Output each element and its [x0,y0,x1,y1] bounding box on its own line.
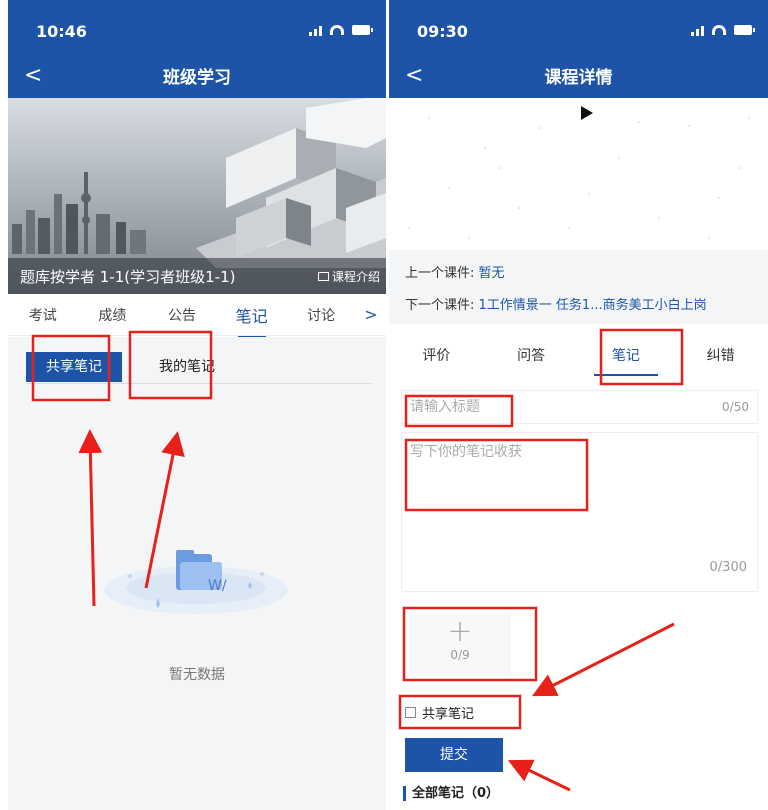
svg-text:W/: W/ [208,578,227,594]
page-title: 课程详情 [544,68,613,88]
back-icon[interactable]: < [405,64,423,88]
note-body-textarea[interactable] [402,433,757,591]
status-time: 10:46 [36,22,87,41]
course-tabs: 评价 问答 笔记 纠错 [389,336,768,378]
image-count: 0/9 [450,648,470,662]
tab-grades[interactable]: 成绩 [78,305,148,325]
tab-notes[interactable]: 笔记 [579,336,674,378]
share-notes-label: 共享笔记 [422,707,475,722]
prev-courseware: 上一个课件: 暂无 [405,262,505,281]
tab-announcements[interactable]: 公告 [147,305,217,325]
courseware-navigation: 上一个课件: 暂无 下一个课件: 1工作情景一 任务1...商务美工小白上岗 [389,250,768,324]
my-notes-tab[interactable]: 我的笔记 [142,352,232,382]
battery-icon [352,25,373,35]
submit-button[interactable]: 提交 [405,738,503,772]
video-player[interactable] [389,98,768,246]
title-char-count: 0/50 [722,400,749,414]
nav-bar: < 课程详情 [389,58,768,98]
course-intro-label: 课程介绍 [331,270,380,284]
signal-icon [691,24,704,36]
right-screen: 09:30 < 课程详情 上一个课件: 暂无 下一个课件: 1工作情景一 任务1… [389,0,768,810]
next-courseware-label: 下一个课件: [405,298,479,313]
all-notes-heading: 全部笔记（0） [403,786,499,801]
course-intro-link[interactable]: 课程介绍 [317,268,380,285]
tab-discussion[interactable]: 讨论 [286,305,356,325]
note-title-input[interactable] [402,391,757,423]
status-icons [691,24,755,36]
video-noise [408,117,750,239]
plus-icon: + [447,614,473,649]
nav-bar: < 班级学习 [8,58,386,98]
battery-icon [734,25,755,35]
status-time: 09:30 [417,22,468,41]
left-screen: 10:46 < 班级学习 题库按学者 1-1(学习者班级1-1) 课程介绍 考试… [8,0,386,810]
status-icons [309,24,373,36]
class-tabs: 考试 成绩 公告 笔记 讨论 > [8,294,386,339]
status-bar: 09:30 [389,0,768,58]
tab-review[interactable]: 评价 [389,336,484,378]
tab-exam[interactable]: 考试 [8,305,78,325]
next-courseware-link[interactable]: 1工作情景一 任务1...商务美工小白上岗 [479,298,707,313]
image-upload-button[interactable]: + 0/9 [409,614,511,674]
wifi-icon [712,25,726,35]
prev-courseware-value: 暂无 [478,266,505,281]
back-icon[interactable]: < [24,64,42,88]
chevron-right-icon[interactable]: > [356,305,386,324]
note-body-field: 0/300 [401,432,758,592]
block-wall-image [196,98,386,268]
signal-icon [309,24,322,36]
note-title-field: 0/50 [401,390,758,424]
prev-courseware-label: 上一个课件: [405,266,479,281]
tab-notes[interactable]: 笔记 [217,303,287,339]
shared-notes-tab[interactable]: 共享笔记 [26,352,122,382]
share-notes-option[interactable]: 共享笔记 [405,703,474,722]
book-icon [317,272,329,281]
checkbox-icon[interactable] [405,707,416,718]
status-bar: 10:46 [8,0,386,58]
course-name: 题库按学者 1-1(学习者班级1-1) [20,268,236,286]
empty-folder-icon: W/ [104,550,288,614]
tab-corrections[interactable]: 纠错 [673,336,768,378]
empty-state-text: 暂无数据 [169,667,225,683]
body-char-count: 0/300 [709,560,747,575]
banner-caption: 题库按学者 1-1(学习者班级1-1) 课程介绍 [8,258,386,294]
page-title: 班级学习 [163,68,231,88]
next-courseware[interactable]: 下一个课件: 1工作情景一 任务1...商务美工小白上岗 [405,294,707,313]
wifi-icon [330,25,344,35]
course-banner: 题库按学者 1-1(学习者班级1-1) 课程介绍 [8,98,386,294]
notes-subtabs: 共享笔记 我的笔记 [26,350,371,384]
tab-qa[interactable]: 问答 [484,336,579,378]
